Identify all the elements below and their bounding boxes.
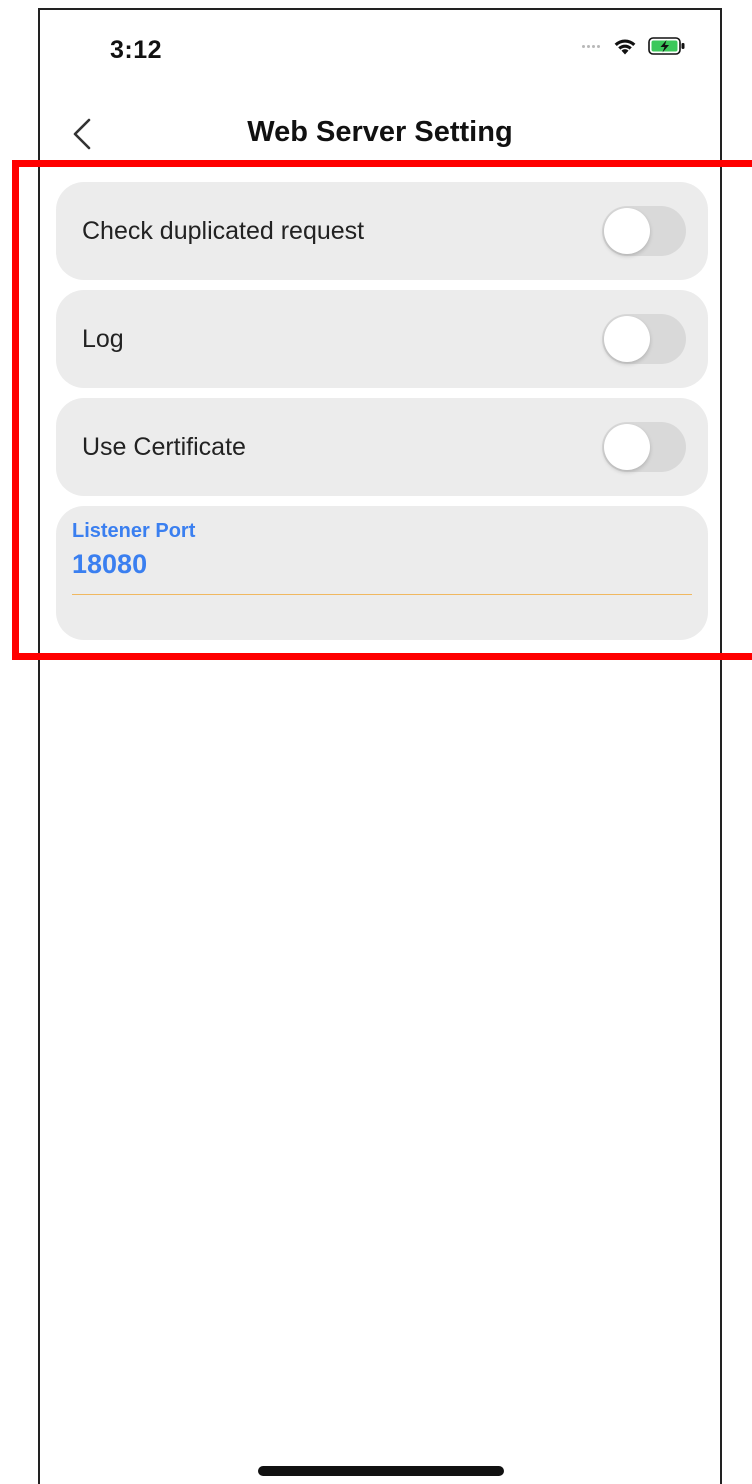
navigation-bar: Web Server Setting xyxy=(40,100,720,170)
toggle-knob xyxy=(604,316,650,362)
setting-label: Check duplicated request xyxy=(82,216,365,245)
settings-list: Check duplicated request Log Use Certifi… xyxy=(56,182,708,640)
signal-dots-icon xyxy=(582,44,600,48)
status-time: 3:12 xyxy=(110,36,163,64)
battery-charging-icon xyxy=(648,37,685,55)
toggle-knob xyxy=(604,208,650,254)
screen: 3:12 Web Server Setting Check duplicated… xyxy=(0,0,752,1484)
home-indicator[interactable] xyxy=(258,1466,504,1476)
listener-port-card: Listener Port xyxy=(56,506,708,640)
toggle-knob xyxy=(604,424,650,470)
setting-row-check-duplicated-request: Check duplicated request xyxy=(56,182,708,280)
listener-port-label: Listener Port xyxy=(72,520,196,542)
setting-label: Log xyxy=(82,324,124,353)
phone-frame: 3:12 Web Server Setting Check duplicated… xyxy=(38,8,722,1484)
status-icons xyxy=(582,36,686,56)
setting-label: Use Certificate xyxy=(82,432,246,461)
page-title: Web Server Setting xyxy=(247,116,513,148)
status-bar: 3:12 xyxy=(40,10,720,80)
setting-row-log: Log xyxy=(56,290,708,388)
setting-row-use-certificate: Use Certificate xyxy=(56,398,708,496)
listener-port-input[interactable] xyxy=(72,549,692,595)
wifi-icon xyxy=(614,39,636,55)
use-certificate-toggle[interactable] xyxy=(602,422,686,472)
log-toggle[interactable] xyxy=(602,314,686,364)
check-duplicated-request-toggle[interactable] xyxy=(602,206,686,256)
